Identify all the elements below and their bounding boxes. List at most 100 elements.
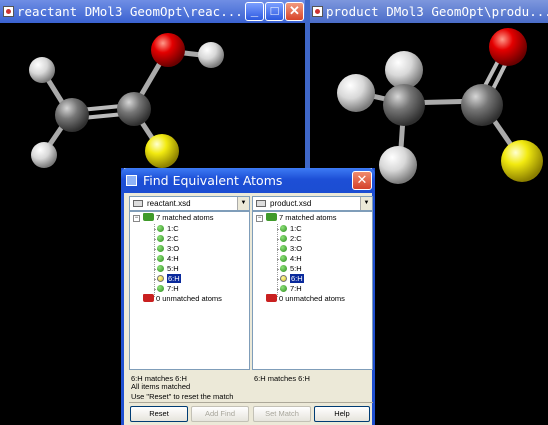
green-folder-icon [266,213,277,221]
dialog-titlebar[interactable]: Find Equivalent Atoms ✕ [121,168,375,193]
atom-item[interactable]: 1:C [280,224,302,234]
atom-label: 1:C [290,224,302,233]
unmatched-atoms-group[interactable]: 0 unmatched atoms [266,294,345,304]
unmatched-atoms-label: 0 unmatched atoms [156,294,222,303]
close-button[interactable]: ✕ [285,2,304,21]
tree-guide-line [154,224,155,297]
dropdown-arrow-icon[interactable]: ▼ [237,197,249,210]
dialog-close-button[interactable]: ✕ [352,171,372,190]
atom-label: 4:H [290,254,302,263]
carbon-atom[interactable] [383,84,425,126]
atom-item[interactable]: 7:H [280,284,302,294]
reactant-panel: reactant.xsd ▼ − 7 matched atoms 1:C 2:C 3:O… [129,196,250,396]
atom-item[interactable]: 1:C [157,224,179,234]
maximize-button[interactable]: □ [265,2,284,21]
product-atom-tree[interactable]: − 7 matched atoms 1:C 2:C 3:O 4:H 5:H 6:H 7:H 0 u… [252,211,373,370]
atom-label: 6:H [290,274,304,283]
atom-icon [280,285,287,292]
atom-item[interactable]: 6:H [280,274,304,284]
carbon-atom[interactable] [55,98,89,132]
hydrogen-atom[interactable] [379,146,417,184]
atom-label: 2:C [167,234,179,243]
atom-icon [157,225,164,232]
find-equivalent-atoms-dialog[interactable]: Find Equivalent Atoms ✕ reactant.xsd ▼ −… [121,168,375,425]
oxygen-atom[interactable] [489,28,527,66]
product-file-value: product.xsd [270,199,312,208]
atom-icon [157,245,164,252]
unmatched-atoms-group[interactable]: 0 unmatched atoms [143,294,222,304]
product-file-select[interactable]: product.xsd ▼ [252,196,373,211]
dropdown-arrow-icon[interactable]: ▼ [360,197,372,210]
matched-atoms-label: 7 matched atoms [156,213,214,222]
dialog-app-icon [126,175,137,186]
product-window-titlebar[interactable]: product DMol3 GeomOpt\produ... [310,0,548,23]
atom-icon [157,255,164,262]
document-icon [312,6,323,17]
atom-item[interactable]: 2:C [280,234,302,244]
tree-guide-line [277,224,278,297]
atom-label: 6:H [167,274,181,283]
atom-icon [157,235,164,242]
hydrogen-atom[interactable] [29,57,55,83]
atom-label: 4:H [167,254,179,263]
atom-icon [280,245,287,252]
atom-item[interactable]: 5:H [157,264,179,274]
reactant-file-select[interactable]: reactant.xsd ▼ [129,196,250,211]
file-icon [256,200,266,207]
dialog-title: Find Equivalent Atoms [143,173,283,188]
atom-icon [280,255,287,262]
oxygen-atom[interactable] [151,33,185,67]
atom-icon [280,265,287,272]
atom-label: 7:H [167,284,179,293]
hydrogen-atom[interactable] [31,142,57,168]
selected-atom-icon [157,275,164,282]
atom-icon [157,285,164,292]
carbon-atom[interactable] [461,84,503,126]
set-match-button[interactable]: Set Match [253,406,311,422]
reactant-window-title: reactant DMol3 GeomOpt\reac... [17,4,243,19]
dialog-divider [129,402,373,403]
collapse-icon[interactable]: − [133,215,140,222]
hydrogen-atom[interactable] [337,74,375,112]
atom-item[interactable]: 7:H [157,284,179,294]
reactant-file-value: reactant.xsd [147,199,191,208]
atom-label: 2:C [290,234,302,243]
minimize-button[interactable]: _ [245,2,264,21]
product-panel: product.xsd ▼ − 7 matched atoms 1:C 2:C 3:O 4… [252,196,373,396]
atom-item[interactable]: 4:H [280,254,302,264]
reset-button[interactable]: Reset [130,406,188,422]
unmatched-atoms-label: 0 unmatched atoms [279,294,345,303]
atom-icon [280,225,287,232]
atom-item[interactable]: 6:H [157,274,181,284]
atom-item[interactable]: 3:O [280,244,302,254]
atom-label: 7:H [290,284,302,293]
product-window-title: product DMol3 GeomOpt\produ... [326,4,548,19]
atom-label: 3:O [290,244,303,253]
hydrogen-atom[interactable] [198,42,224,68]
atom-icon [280,235,287,242]
add-find-button[interactable]: Add Find [191,406,249,422]
atom-item[interactable]: 2:C [157,234,179,244]
atom-item[interactable]: 5:H [280,264,302,274]
red-folder-icon [143,294,154,302]
file-icon [133,200,143,207]
product-match-status: 6:H matches 6:H [254,374,310,383]
atom-label: 3:O [167,244,180,253]
match-message: All items matched [131,382,191,391]
red-folder-icon [266,294,277,302]
hydrogen-atom[interactable] [385,51,423,89]
reset-hint: Use "Reset" to reset the match [131,392,234,401]
atom-item[interactable]: 3:O [157,244,179,254]
green-folder-icon [143,213,154,221]
atom-item[interactable]: 4:H [157,254,179,264]
sulfur-atom[interactable] [145,134,179,168]
help-button[interactable]: Help [314,406,370,422]
reactant-atom-tree[interactable]: − 7 matched atoms 1:C 2:C 3:O 4:H 5:H 6:H 7:H 0 u… [129,211,250,370]
matched-atoms-group[interactable]: 7 matched atoms [143,213,214,223]
matched-atoms-group[interactable]: 7 matched atoms [266,213,337,223]
collapse-icon[interactable]: − [256,215,263,222]
matched-atoms-label: 7 matched atoms [279,213,337,222]
sulfur-atom[interactable] [501,140,543,182]
carbon-atom[interactable] [117,92,151,126]
atom-label: 5:H [290,264,302,273]
